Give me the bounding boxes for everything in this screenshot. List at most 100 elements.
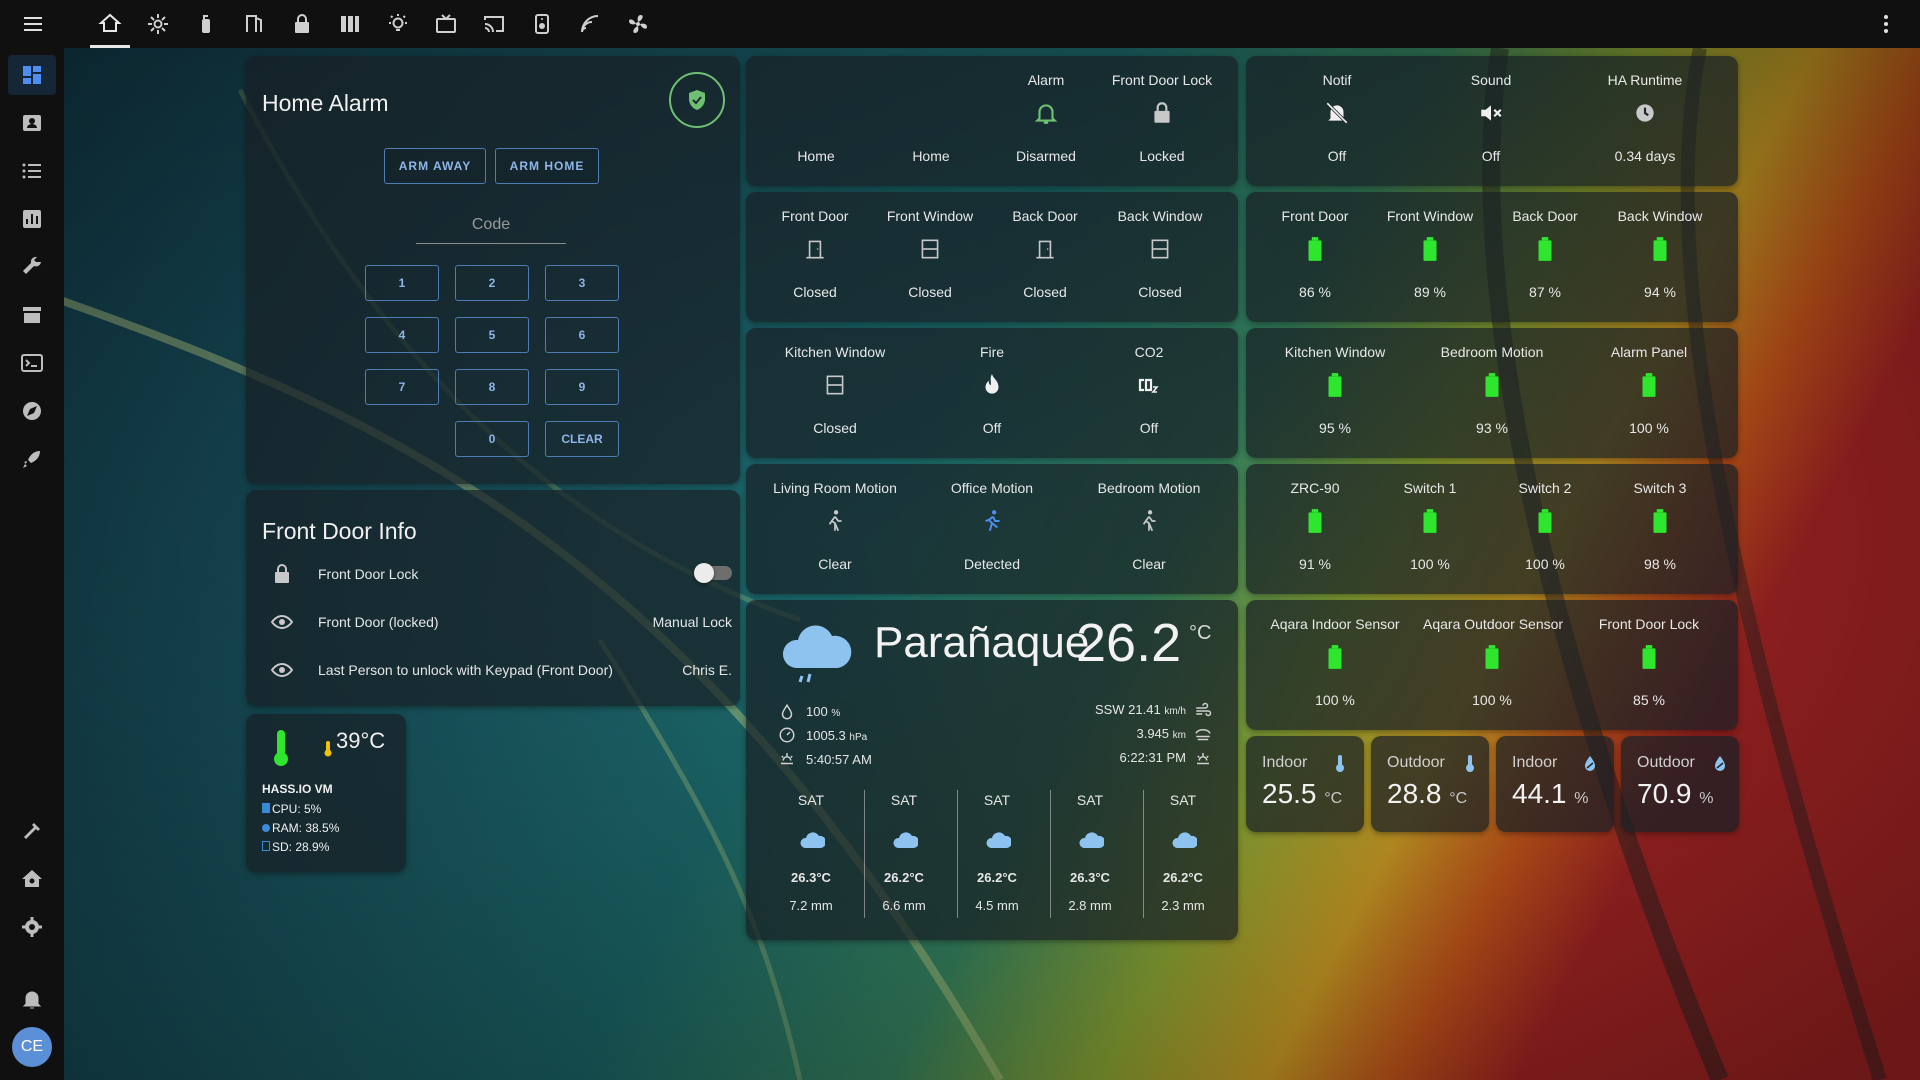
arm-home-button[interactable]: ARM HOME <box>495 148 599 184</box>
back-door-battery[interactable]: Back Door 87 % <box>1494 208 1596 308</box>
arm-away-button[interactable]: ARM AWAY <box>384 148 486 184</box>
keypad-key-1[interactable]: 1 <box>365 265 439 301</box>
hammer-icon[interactable] <box>20 819 44 843</box>
glance-state: Off <box>1481 148 1501 164</box>
settings-icon[interactable] <box>146 12 170 36</box>
keypad-key-0[interactable]: 0 <box>455 421 529 457</box>
glance-state: Home <box>797 148 835 164</box>
lock-icon[interactable] <box>290 12 314 36</box>
office-motion-glance[interactable]: Office Motion Detected <box>923 480 1061 580</box>
kitchen-window-battery[interactable]: Kitchen Window 95 % <box>1266 344 1404 444</box>
ha-runtime-glance[interactable]: HA Runtime 0.34 days <box>1592 72 1698 172</box>
front-door-lock-glance[interactable]: Front Door Lock Locked <box>1101 72 1223 172</box>
code-input[interactable] <box>416 243 566 244</box>
glance-state: 0.34 days <box>1614 148 1676 164</box>
back-door-glance[interactable]: Back Door Closed <box>994 208 1096 308</box>
run-icon <box>979 508 1005 534</box>
keypad-key-9[interactable]: 9 <box>545 369 619 405</box>
history-icon[interactable] <box>20 207 44 231</box>
keypad-key-8[interactable]: 8 <box>455 369 529 405</box>
switch-1-battery[interactable]: Switch 1 100 % <box>1379 480 1481 580</box>
alarm-panel-battery[interactable]: Alarm Panel 100 % <box>1580 344 1718 444</box>
compass-icon[interactable] <box>20 399 44 423</box>
house-config-icon[interactable] <box>20 867 44 891</box>
lightbulb-icon[interactable] <box>386 12 410 36</box>
glance-state: Closed <box>908 284 952 300</box>
co2-glance[interactable]: CO2 Off <box>1080 344 1218 444</box>
fire-glance[interactable]: Fire Off <box>923 344 1061 444</box>
sound-glance[interactable]: Sound Off <box>1438 72 1544 172</box>
switch-2-battery[interactable]: Switch 2 100 % <box>1494 480 1596 580</box>
weather-wind: SSW 21.41 km/h <box>1095 702 1186 717</box>
cog-icon[interactable] <box>20 915 44 939</box>
glance-state: 100 % <box>1410 556 1450 572</box>
signal-icon[interactable] <box>578 12 602 36</box>
kitchen-window-glance[interactable]: Kitchen Window Closed <box>766 344 904 444</box>
code-label: Code <box>471 216 511 233</box>
person-2-glance[interactable]: Home <box>885 72 977 172</box>
indoor-humidity-card[interactable]: Indoor 44.1 % <box>1496 736 1614 832</box>
alarm-glance[interactable]: Alarm Disarmed <box>1000 72 1092 172</box>
water-percent-icon <box>1710 754 1730 774</box>
living-room-motion-glance[interactable]: Living Room Motion Clear <box>766 480 904 580</box>
battery-icon <box>1417 508 1443 534</box>
terminal-icon[interactable] <box>20 351 44 375</box>
keypad-key-7[interactable]: 7 <box>365 369 439 405</box>
front-window-battery[interactable]: Front Window 89 % <box>1379 208 1481 308</box>
glance-state: Clear <box>818 556 852 572</box>
glance-name: Front Door <box>781 208 849 224</box>
speaker-icon[interactable] <box>530 12 554 36</box>
notif-glance[interactable]: Notif Off <box>1284 72 1390 172</box>
keypad-key-6[interactable]: 6 <box>545 317 619 353</box>
home-icon[interactable] <box>98 12 122 36</box>
switch-3-battery[interactable]: Switch 3 98 % <box>1609 480 1711 580</box>
aqara-indoor-battery[interactable]: Aqara Indoor Sensor 100 % <box>1266 616 1404 716</box>
front-door-battery[interactable]: Front Door 86 % <box>1264 208 1366 308</box>
keypad-key-4[interactable]: 4 <box>365 317 439 353</box>
front-door-lock-row: Front Door Lock <box>262 562 732 586</box>
tv-icon[interactable] <box>434 12 458 36</box>
thermometer-icon <box>1330 754 1350 774</box>
dashboard-icon[interactable] <box>20 63 44 87</box>
front-window-glance[interactable]: Front Window Closed <box>879 208 981 308</box>
bedroom-motion-glance[interactable]: Bedroom Motion Clear <box>1080 480 1218 580</box>
last-keypad-user-row[interactable]: Last Person to unlock with Keypad (Front… <box>262 658 732 682</box>
glance-state: 89 % <box>1414 284 1446 300</box>
store-icon[interactable] <box>20 303 44 327</box>
keypad-key-2[interactable]: 2 <box>455 265 529 301</box>
keypad-key-5[interactable]: 5 <box>455 317 529 353</box>
back-window-glance[interactable]: Back Window Closed <box>1109 208 1211 308</box>
weather-card[interactable]: Parañaque 26.2 °C 100 % 1005.3 hPa 5:40:… <box>746 600 1238 940</box>
fire-extinguisher-icon[interactable] <box>194 12 218 36</box>
map-icon[interactable] <box>20 111 44 135</box>
logbook-icon[interactable] <box>20 159 44 183</box>
zrc90-battery[interactable]: ZRC-90 91 % <box>1264 480 1366 580</box>
front-door-lock-battery[interactable]: Front Door Lock 85 % <box>1580 616 1718 716</box>
wrench-icon[interactable] <box>20 255 44 279</box>
keypad-key-3[interactable]: 3 <box>545 265 619 301</box>
outdoor-humidity-card[interactable]: Outdoor 70.9 % <box>1621 736 1739 832</box>
keypad-clear-button[interactable]: CLEAR <box>545 421 619 457</box>
menu-icon[interactable] <box>21 12 45 36</box>
bar-gauge-icon[interactable] <box>338 12 362 36</box>
back-window-battery[interactable]: Back Window 94 % <box>1609 208 1711 308</box>
front-door-state-row[interactable]: Front Door (locked) Manual Lock <box>262 610 732 634</box>
front-door-lock-toggle[interactable] <box>694 563 732 583</box>
outdoor-temperature-card[interactable]: Outdoor 28.8 °C <box>1371 736 1489 832</box>
user-avatar[interactable]: CE <box>12 1027 52 1067</box>
dots-vertical-icon[interactable] <box>1874 12 1898 36</box>
aqara-outdoor-battery[interactable]: Aqara Outdoor Sensor 100 % <box>1423 616 1563 716</box>
rocket-icon[interactable] <box>20 447 44 471</box>
forecast-precip: 2.8 mm <box>1068 898 1112 913</box>
fan-icon[interactable] <box>626 12 650 36</box>
fire-icon <box>979 372 1005 398</box>
bedroom-motion-battery[interactable]: Bedroom Motion 93 % <box>1423 344 1561 444</box>
indoor-temperature-card[interactable]: Indoor 25.5 °C <box>1246 736 1364 832</box>
door-closed-icon <box>802 236 828 262</box>
door-icon[interactable] <box>242 12 266 36</box>
cast-icon[interactable] <box>482 12 506 36</box>
person-1-glance[interactable]: Home <box>770 72 862 172</box>
bell-icon[interactable] <box>20 987 44 1011</box>
alarm-state-badge[interactable] <box>669 72 725 128</box>
front-door-glance[interactable]: Front Door Closed <box>764 208 866 308</box>
